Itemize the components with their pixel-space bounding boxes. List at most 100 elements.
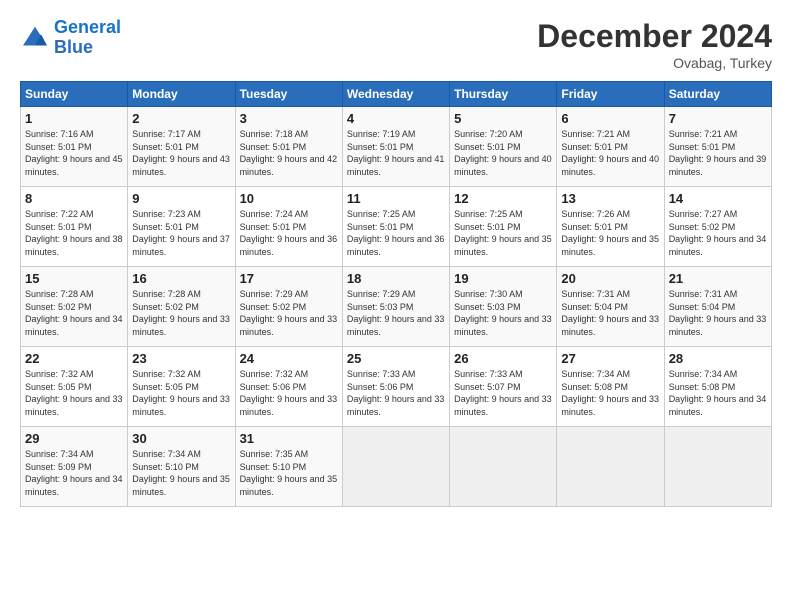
day-info: Sunrise: 7:34 AMSunset: 5:08 PMDaylight:… (669, 368, 767, 418)
day-cell (664, 427, 771, 507)
week-row-1: 1 Sunrise: 7:16 AMSunset: 5:01 PMDaylight… (21, 107, 772, 187)
day-info: Sunrise: 7:32 AMSunset: 5:05 PMDaylight:… (132, 368, 230, 418)
day-cell (450, 427, 557, 507)
header-row: SundayMondayTuesdayWednesdayThursdayFrid… (21, 82, 772, 107)
day-number: 19 (454, 271, 552, 286)
day-number: 26 (454, 351, 552, 366)
day-info: Sunrise: 7:23 AMSunset: 5:01 PMDaylight:… (132, 208, 230, 258)
day-number: 25 (347, 351, 445, 366)
day-number: 15 (25, 271, 123, 286)
day-number: 17 (240, 271, 338, 286)
day-cell: 23 Sunrise: 7:32 AMSunset: 5:05 PMDayligh… (128, 347, 235, 427)
location: Ovabag, Turkey (537, 55, 772, 71)
week-row-3: 15 Sunrise: 7:28 AMSunset: 5:02 PMDayligh… (21, 267, 772, 347)
col-header-saturday: Saturday (664, 82, 771, 107)
day-number: 14 (669, 191, 767, 206)
day-number: 2 (132, 111, 230, 126)
day-cell: 6Sunrise: 7:21 AMSunset: 5:01 PMDaylight… (557, 107, 664, 187)
day-info: Sunrise: 7:29 AMSunset: 5:03 PMDaylight:… (347, 288, 445, 338)
day-cell: 28 Sunrise: 7:34 AMSunset: 5:08 PMDayligh… (664, 347, 771, 427)
logo-text: General Blue (54, 18, 121, 58)
day-number: 28 (669, 351, 767, 366)
week-row-4: 22 Sunrise: 7:32 AMSunset: 5:05 PMDayligh… (21, 347, 772, 427)
day-number: 7 (669, 111, 767, 126)
day-info: Sunrise: 7:19 AMSunset: 5:01 PMDaylight:… (347, 128, 445, 178)
day-info: Sunrise: 7:18 AMSunset: 5:01 PMDaylight:… (240, 128, 338, 178)
col-header-wednesday: Wednesday (342, 82, 449, 107)
day-number: 6 (561, 111, 659, 126)
day-info: Sunrise: 7:31 AMSunset: 5:04 PMDaylight:… (561, 288, 659, 338)
day-cell: 2 Sunrise: 7:17 AMSunset: 5:01 PMDaylight… (128, 107, 235, 187)
day-cell: 15 Sunrise: 7:28 AMSunset: 5:02 PMDayligh… (21, 267, 128, 347)
day-cell: 4 Sunrise: 7:19 AMSunset: 5:01 PMDaylight… (342, 107, 449, 187)
day-number: 13 (561, 191, 659, 206)
logo: General Blue (20, 18, 121, 58)
day-cell: 31 Sunrise: 7:35 AMSunset: 5:10 PMDayligh… (235, 427, 342, 507)
day-number: 1 (25, 111, 123, 126)
day-info: Sunrise: 7:33 AMSunset: 5:07 PMDaylight:… (454, 368, 552, 418)
day-info: Sunrise: 7:28 AMSunset: 5:02 PMDaylight:… (25, 288, 123, 338)
day-cell: 20Sunrise: 7:31 AMSunset: 5:04 PMDayligh… (557, 267, 664, 347)
day-number: 18 (347, 271, 445, 286)
day-cell: 21Sunrise: 7:31 AMSunset: 5:04 PMDayligh… (664, 267, 771, 347)
day-number: 5 (454, 111, 552, 126)
day-number: 23 (132, 351, 230, 366)
day-info: Sunrise: 7:32 AMSunset: 5:06 PMDaylight:… (240, 368, 338, 418)
day-info: Sunrise: 7:22 AMSunset: 5:01 PMDaylight:… (25, 208, 123, 258)
day-info: Sunrise: 7:28 AMSunset: 5:02 PMDaylight:… (132, 288, 230, 338)
day-info: Sunrise: 7:17 AMSunset: 5:01 PMDaylight:… (132, 128, 230, 178)
day-cell: 13 Sunrise: 7:26 AMSunset: 5:01 PMDayligh… (557, 187, 664, 267)
day-cell: 1 Sunrise: 7:16 AMSunset: 5:01 PMDaylight… (21, 107, 128, 187)
title-block: December 2024 Ovabag, Turkey (537, 18, 772, 71)
day-info: Sunrise: 7:34 AMSunset: 5:08 PMDaylight:… (561, 368, 659, 418)
week-row-5: 29Sunrise: 7:34 AMSunset: 5:09 PMDayligh… (21, 427, 772, 507)
day-cell: 18 Sunrise: 7:29 AMSunset: 5:03 PMDayligh… (342, 267, 449, 347)
day-info: Sunrise: 7:30 AMSunset: 5:03 PMDaylight:… (454, 288, 552, 338)
day-info: Sunrise: 7:35 AMSunset: 5:10 PMDaylight:… (240, 448, 338, 498)
day-cell: 10Sunrise: 7:24 AMSunset: 5:01 PMDayligh… (235, 187, 342, 267)
day-info: Sunrise: 7:26 AMSunset: 5:01 PMDaylight:… (561, 208, 659, 258)
month-title: December 2024 (537, 18, 772, 55)
day-cell: 22 Sunrise: 7:32 AMSunset: 5:05 PMDayligh… (21, 347, 128, 427)
day-cell (342, 427, 449, 507)
day-info: Sunrise: 7:24 AMSunset: 5:01 PMDaylight:… (240, 208, 338, 258)
day-cell: 8 Sunrise: 7:22 AMSunset: 5:01 PMDaylight… (21, 187, 128, 267)
day-cell: 24 Sunrise: 7:32 AMSunset: 5:06 PMDayligh… (235, 347, 342, 427)
day-number: 30 (132, 431, 230, 446)
day-cell: 5 Sunrise: 7:20 AMSunset: 5:01 PMDaylight… (450, 107, 557, 187)
day-cell: 11Sunrise: 7:25 AMSunset: 5:01 PMDayligh… (342, 187, 449, 267)
day-number: 11 (347, 191, 445, 206)
day-cell: 17 Sunrise: 7:29 AMSunset: 5:02 PMDayligh… (235, 267, 342, 347)
logo-icon (20, 23, 50, 53)
logo-line1: General (54, 17, 121, 37)
day-cell: 29Sunrise: 7:34 AMSunset: 5:09 PMDayligh… (21, 427, 128, 507)
day-cell: 26 Sunrise: 7:33 AMSunset: 5:07 PMDayligh… (450, 347, 557, 427)
day-info: Sunrise: 7:20 AMSunset: 5:01 PMDaylight:… (454, 128, 552, 178)
day-number: 27 (561, 351, 659, 366)
day-cell: 3 Sunrise: 7:18 AMSunset: 5:01 PMDaylight… (235, 107, 342, 187)
day-cell: 7Sunrise: 7:21 AMSunset: 5:01 PMDaylight… (664, 107, 771, 187)
day-number: 9 (132, 191, 230, 206)
day-info: Sunrise: 7:16 AMSunset: 5:01 PMDaylight:… (25, 128, 123, 178)
day-number: 29 (25, 431, 123, 446)
day-number: 3 (240, 111, 338, 126)
day-number: 31 (240, 431, 338, 446)
page: General Blue December 2024 Ovabag, Turke… (0, 0, 792, 517)
col-header-sunday: Sunday (21, 82, 128, 107)
day-number: 8 (25, 191, 123, 206)
day-number: 21 (669, 271, 767, 286)
day-number: 24 (240, 351, 338, 366)
day-cell: 30Sunrise: 7:34 AMSunset: 5:10 PMDayligh… (128, 427, 235, 507)
header: General Blue December 2024 Ovabag, Turke… (20, 18, 772, 71)
day-cell: 12Sunrise: 7:25 AMSunset: 5:01 PMDayligh… (450, 187, 557, 267)
day-number: 16 (132, 271, 230, 286)
day-info: Sunrise: 7:29 AMSunset: 5:02 PMDaylight:… (240, 288, 338, 338)
day-number: 22 (25, 351, 123, 366)
day-cell (557, 427, 664, 507)
col-header-tuesday: Tuesday (235, 82, 342, 107)
day-number: 4 (347, 111, 445, 126)
day-cell: 25Sunrise: 7:33 AMSunset: 5:06 PMDayligh… (342, 347, 449, 427)
day-cell: 9 Sunrise: 7:23 AMSunset: 5:01 PMDaylight… (128, 187, 235, 267)
day-info: Sunrise: 7:32 AMSunset: 5:05 PMDaylight:… (25, 368, 123, 418)
week-row-2: 8 Sunrise: 7:22 AMSunset: 5:01 PMDaylight… (21, 187, 772, 267)
